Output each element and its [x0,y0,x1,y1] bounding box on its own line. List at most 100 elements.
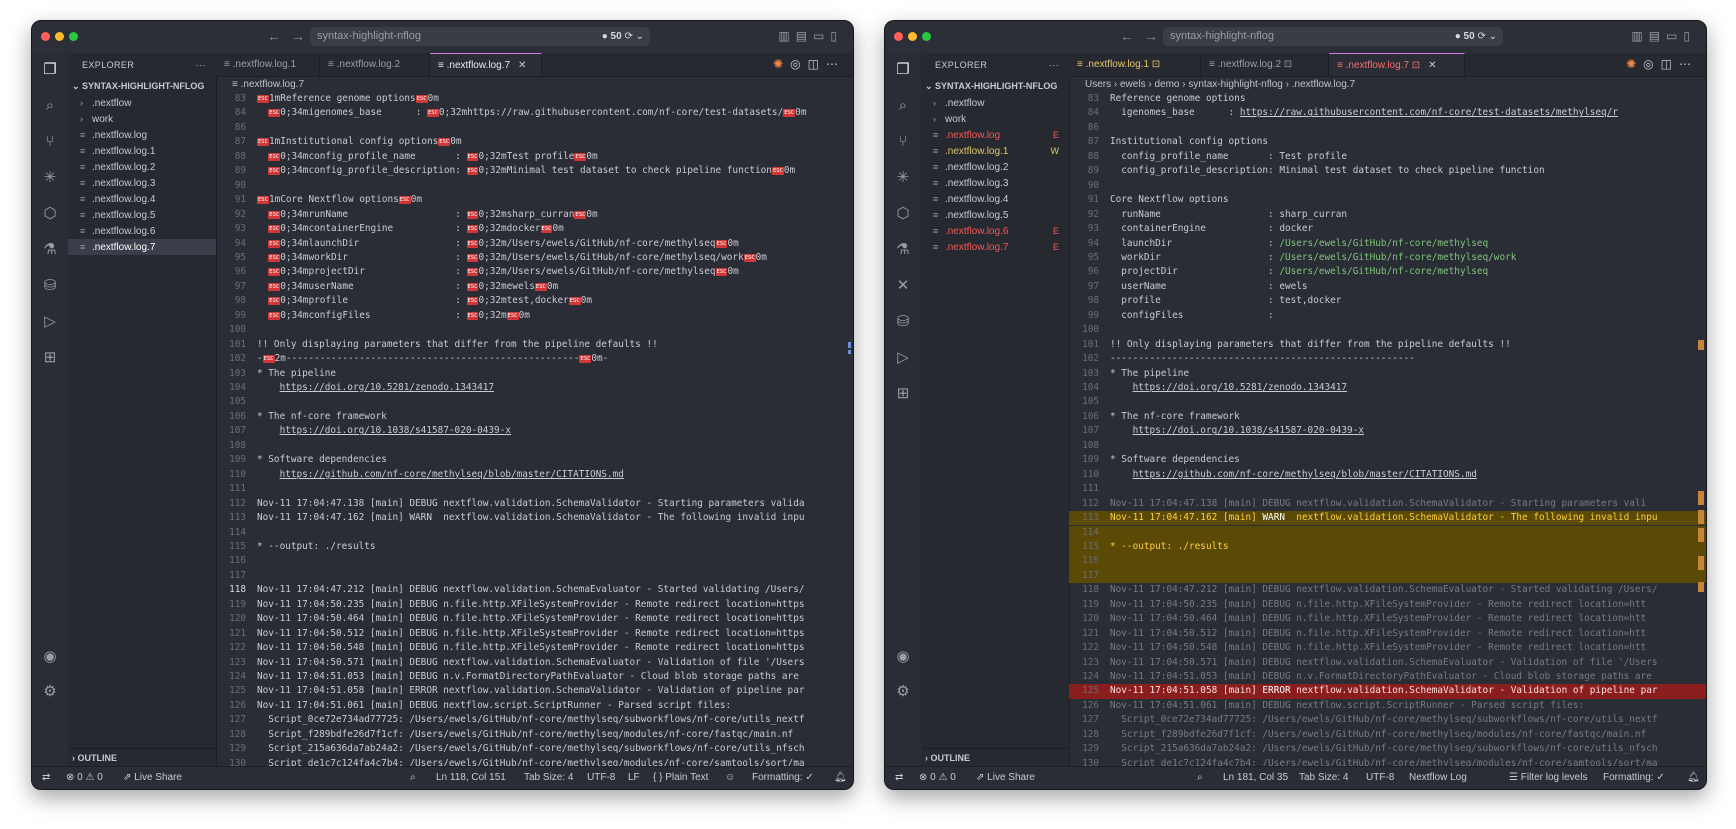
zoom-window-button[interactable] [69,32,78,41]
code-editor[interactable]: 83 ESC1mReference genome optionsESC0m 84 E… [216,92,853,767]
workspace-root[interactable]: ⌄ SYNTAX-HIGHLIGHT-NFLOG [921,77,1069,95]
end-of-line[interactable]: LF [628,767,640,788]
file-nextflow-log-5[interactable]: ≡ .nextflow.log.5 [921,207,1069,223]
file-nextflow-log-2[interactable]: ≡ .nextflow.log.2 [921,159,1069,175]
explorer-icon[interactable]: ❐ [41,61,59,79]
settings-gear-icon[interactable]: ⚙ [894,683,912,701]
problems-indicator[interactable]: ⊗ 0 ⚠ 0 [66,767,103,788]
nav-arrows[interactable]: ←→ [1120,28,1168,44]
breadcrumb[interactable]: ≡ .nextflow.log.7 [216,77,853,92]
file-nextflow-log-6[interactable]: ≡ .nextflow.log.6 [68,223,216,239]
file-nextflow-log-1[interactable]: ≡ .nextflow.log.1 [68,143,216,159]
file-nextflow-log-4[interactable]: ≡ .nextflow.log.4 [921,191,1069,207]
layout-panel-icon[interactable]: ▥ [778,29,795,43]
zoom-icon[interactable]: ⌕ [410,767,416,788]
toggle-secondary-sidebar-icon[interactable]: ▯ [1683,29,1696,43]
toggle-panel-icon[interactable]: ▭ [1666,29,1683,43]
account-icon[interactable]: ◉ [41,648,59,666]
toggle-sidebar-icon[interactable]: ▤ [796,29,813,43]
spark-icon[interactable]: ✺ [773,57,790,71]
nav-arrows[interactable]: ←→ [267,28,315,44]
file-nextflow-log-3[interactable]: ≡ .nextflow.log.3 [921,175,1069,191]
file-nextflow-log-3[interactable]: ≡ .nextflow.log.3 [68,175,216,191]
containers-icon[interactable]: ⬡ [894,205,912,223]
x-icon[interactable]: ✕ [894,277,912,295]
back-arrow-icon[interactable]: ← [267,28,291,44]
close-window-button[interactable] [41,32,50,41]
spark-icon[interactable]: ✺ [1626,57,1643,71]
database-icon[interactable]: ⛁ [41,277,59,295]
minimize-window-button[interactable] [55,32,64,41]
formatting-status[interactable]: Formatting: ✓ [1603,767,1665,788]
file-nextflow-log[interactable]: ≡ .nextflow.log [68,127,216,143]
cursor-position[interactable]: Ln 118, Col 151 [436,767,506,788]
zoom-window-button[interactable] [922,32,931,41]
breadcrumb[interactable]: Users › ewels › demo › syntax-highlight-… [1069,77,1706,92]
file-nextflow-log-1[interactable]: ≡ .nextflow.log.1 W [921,143,1069,159]
remote-icon[interactable]: ⇄ [42,767,50,788]
more-actions-icon[interactable]: ⋯ [826,57,845,71]
command-center-search[interactable]: syntax-highlight-nflog ● 50 ⟳ ⌄ [1163,27,1503,46]
outline-section[interactable]: › OUTLINE [68,748,216,767]
live-share-button[interactable]: ⇗ Live Share [123,767,182,788]
bell-icon[interactable]: 🔔︎ [1687,767,1700,788]
file-nextflow-log-5[interactable]: ≡ .nextflow.log.5 [68,207,216,223]
explorer-icon[interactable]: ❐ [894,61,912,79]
file-nextflow-log-7[interactable]: ≡ .nextflow.log.7 [68,239,216,255]
extensions-icon[interactable]: ⊞ [41,349,59,367]
search-icon[interactable]: ⌕ [894,97,912,115]
run-debug-icon[interactable]: ▷ [894,349,912,367]
toggle-secondary-sidebar-icon[interactable]: ▯ [830,29,843,43]
file-nextflow-log-4[interactable]: ≡ .nextflow.log.4 [68,191,216,207]
tab-size[interactable]: Tab Size: 4 [524,767,573,788]
workspace-root[interactable]: ⌄ SYNTAX-HIGHLIGHT-NFLOG [68,77,216,95]
more-actions-icon[interactable]: ⋯ [1679,57,1698,71]
settings-gear-icon[interactable]: ⚙ [41,683,59,701]
close-window-button[interactable] [894,32,903,41]
copilot-status-icon[interactable]: ☺ [725,767,735,788]
tab-nextflow-log-1[interactable]: ≡ .nextflow.log.1 [216,53,320,76]
folder-nextflow[interactable]: › .nextflow [68,95,216,111]
zoom-icon[interactable]: ⌕ [1197,767,1203,788]
command-center-search[interactable]: syntax-highlight-nflog ● 50 ⟳ ⌄ [310,27,650,46]
containers-icon[interactable]: ⬡ [41,205,59,223]
split-editor-icon[interactable]: ◫ [808,57,826,71]
file-nextflow-log-7[interactable]: ≡ .nextflow.log.7 E [921,239,1069,255]
tab-nextflow-log-7[interactable]: ≡ .nextflow.log.7 ⊡ ✕ [1329,53,1465,76]
file-nextflow-log-6[interactable]: ≡ .nextflow.log.6 E [921,223,1069,239]
bell-icon[interactable]: 🔔︎ [834,767,847,788]
extension-spark-icon[interactable]: ✳ [41,169,59,187]
code-editor[interactable]: 83 Reference genome options 84 igenomes_ba… [1069,92,1706,767]
folder-nextflow[interactable]: › .nextflow [921,95,1069,111]
copilot-icon[interactable]: ⟳ [1477,31,1485,42]
testing-icon[interactable]: ⚗ [894,241,912,259]
extensions-icon[interactable]: ⊞ [894,385,912,403]
extension-spark-icon[interactable]: ✳ [894,169,912,187]
run-debug-icon[interactable]: ▷ [41,313,59,331]
source-control-icon[interactable]: ⑂ [894,133,912,151]
copilot-chat-icon[interactable]: ◎ [1643,57,1660,71]
toggle-sidebar-icon[interactable]: ▤ [1649,29,1666,43]
source-control-icon[interactable]: ⑂ [41,133,59,151]
database-icon[interactable]: ⛁ [894,313,912,331]
testing-icon[interactable]: ⚗ [41,241,59,259]
filter-log-levels-button[interactable]: ☰ Filter log levels [1509,767,1587,788]
cursor-position[interactable]: Ln 181, Col 35 [1223,767,1288,788]
language-mode[interactable]: Nextflow Log [1409,767,1467,788]
language-mode[interactable]: { } Plain Text [653,767,708,788]
more-actions-icon[interactable]: ··· [1049,53,1059,77]
close-tab-icon[interactable]: ✕ [518,60,526,71]
layout-panel-icon[interactable]: ▥ [1631,29,1648,43]
file-nextflow-log-2[interactable]: ≡ .nextflow.log.2 [68,159,216,175]
encoding[interactable]: UTF-8 [587,767,615,788]
remote-icon[interactable]: ⇄ [895,767,903,788]
folder-work[interactable]: › work [68,111,216,127]
minimize-window-button[interactable] [908,32,917,41]
close-tab-icon[interactable]: ✕ [1428,60,1436,71]
tab-nextflow-log-2[interactable]: ≡ .nextflow.log.2 ⊡ [1201,53,1329,76]
toggle-panel-icon[interactable]: ▭ [813,29,830,43]
problems-indicator[interactable]: ⊗ 0 ⚠ 0 [919,767,956,788]
back-arrow-icon[interactable]: ← [1120,28,1144,44]
more-actions-icon[interactable]: ··· [196,53,206,77]
chevron-down-icon[interactable]: ⌄ [636,31,644,42]
